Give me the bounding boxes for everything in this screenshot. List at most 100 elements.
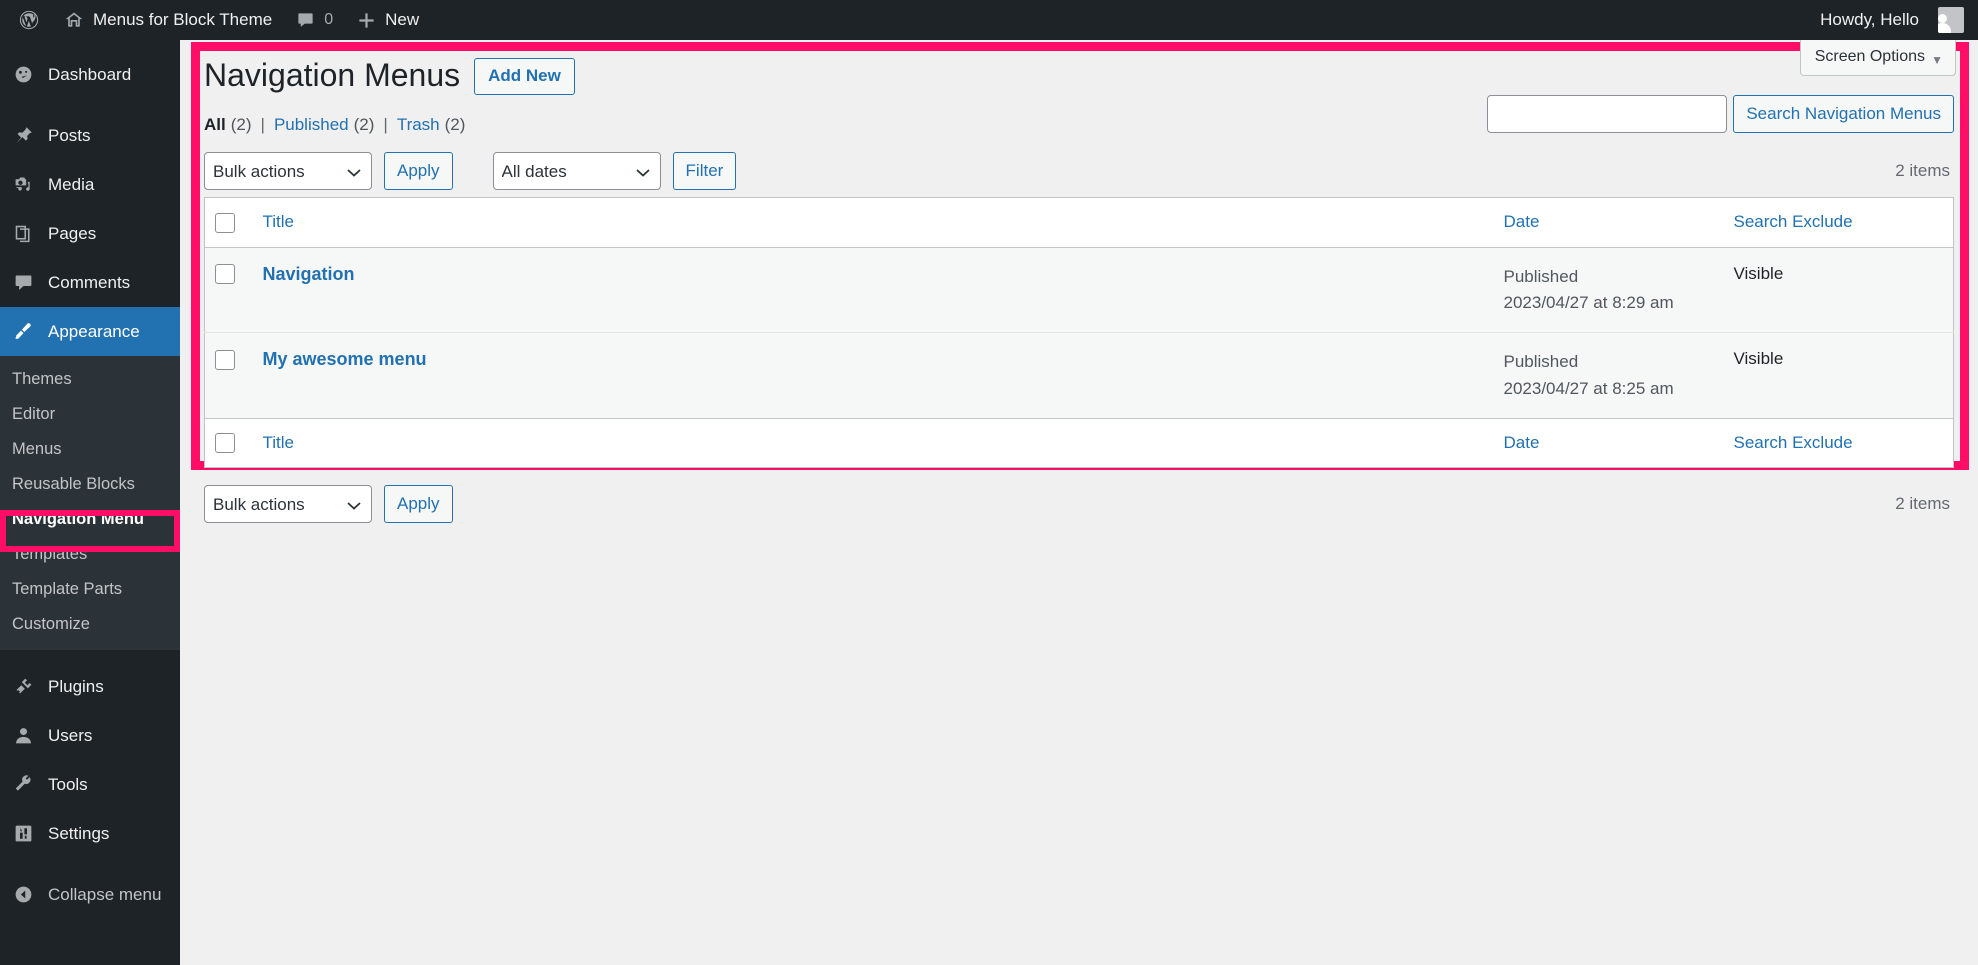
dates-filter-select[interactable]: All dates: [492, 152, 661, 190]
column-header-search-exclude-label: Search Exclude: [1733, 212, 1853, 232]
row-checkbox[interactable]: [215, 264, 235, 285]
row-date-cell: Published 2023/04/27 at 8:25 am: [1493, 332, 1724, 419]
comment-bubble-icon: [296, 11, 315, 30]
view-link-all-wrap: All (2): [204, 115, 252, 135]
sidebar-item-plugins[interactable]: Plugins: [0, 662, 180, 711]
sidebar-subitem-menus[interactable]: Menus: [0, 432, 180, 467]
my-account-button[interactable]: Howdy, Hello: [1808, 0, 1964, 40]
bulk-actions-select-bottom[interactable]: Bulk actions: [204, 485, 372, 524]
sidebar-item-label: Comments: [48, 272, 131, 292]
screen-options-label: Screen Options: [1814, 48, 1925, 65]
select-all-checkbox[interactable]: [215, 212, 235, 233]
screen-options-button[interactable]: Screen Options ▼: [1799, 40, 1956, 76]
sidebar-item-label: Users: [48, 725, 93, 745]
column-header-search-exclude: Search Exclude: [1723, 197, 1954, 248]
wordpress-logo-icon: [18, 9, 40, 31]
search-submit-button[interactable]: Search Navigation Menus: [1733, 95, 1954, 133]
sidebar-item-settings[interactable]: Settings: [0, 809, 180, 858]
new-content-button[interactable]: New: [345, 0, 431, 40]
page-body: Screen Options ▼ Navigation Menus Add Ne…: [180, 40, 1978, 965]
view-count-all: (2): [230, 115, 252, 134]
view-link-trash[interactable]: Trash: [397, 115, 440, 135]
sidebar-item-label: Pages: [48, 223, 97, 243]
column-footer-search-exclude-label: Search Exclude: [1733, 433, 1853, 453]
wrench-icon: [12, 774, 34, 795]
apply-button-bottom[interactable]: Apply: [384, 485, 453, 524]
sidebar-subitem-editor[interactable]: Editor: [0, 397, 180, 432]
collapse-menu-button[interactable]: Collapse menu: [0, 870, 180, 919]
displaying-num-top: 2 items: [1895, 161, 1950, 180]
sidebar-subitem-themes[interactable]: Themes: [0, 362, 180, 397]
row-date-status: Published: [1503, 352, 1579, 372]
collapse-menu-label: Collapse menu: [48, 884, 162, 904]
comment-bubble-icon: [12, 272, 34, 293]
admin-bar: Menus for Block Theme 0 New Howdy, Hello: [0, 0, 1978, 40]
screen-meta-links: Screen Options ▼: [1799, 40, 1956, 76]
column-footer-date[interactable]: Date: [1493, 417, 1724, 468]
tablenav-bottom: Bulk actions Apply 2 items: [204, 478, 1954, 530]
row-date-cell: Published 2023/04/27 at 8:29 am: [1493, 247, 1724, 334]
plug-icon: [12, 676, 34, 697]
sidebar-item-label: Media: [48, 174, 95, 194]
row-title-cell: My awesome menu: [252, 332, 1494, 419]
tablenav-top: Bulk actions Apply All dates Filter 2 it…: [204, 145, 1954, 197]
row-checkbox-cell: [204, 247, 253, 334]
sidebar-item-pages[interactable]: Pages: [0, 209, 180, 258]
view-separator: |: [260, 115, 265, 134]
comments-count: 0: [324, 11, 334, 28]
column-footer-date-label: Date: [1503, 433, 1540, 453]
sidebar-subitem-templates[interactable]: Templates: [0, 537, 180, 572]
sidebar-subitem-reusable-blocks[interactable]: Reusable Blocks: [0, 467, 180, 502]
column-header-date[interactable]: Date: [1493, 197, 1724, 248]
sidebar-item-media[interactable]: Media: [0, 160, 180, 209]
table-foot: Title Date Search Exclude: [204, 417, 1954, 468]
media-camera-music-icon: [12, 174, 34, 195]
column-header-title[interactable]: Title: [252, 197, 1494, 248]
wordpress-logo-button[interactable]: [6, 0, 52, 40]
row-search-exclude-cell: Visible: [1723, 247, 1954, 334]
sidebar-item-appearance[interactable]: Appearance: [0, 307, 180, 356]
table-header-row: Title Date Search Exclude: [204, 197, 1954, 248]
site-name-button[interactable]: Menus for Block Theme: [52, 0, 284, 40]
sidebar-subitem-navigation-menu[interactable]: Navigation Menu: [0, 502, 180, 537]
view-link-trash-wrap: Trash (2): [397, 115, 466, 135]
select-all-footer: [204, 417, 253, 468]
row-checkbox[interactable]: [215, 349, 235, 370]
sidebar-item-comments[interactable]: Comments: [0, 258, 180, 307]
sidebar-item-label: Settings: [48, 823, 110, 843]
sidebar-item-label: Tools: [48, 774, 88, 794]
view-count-trash: (2): [444, 115, 466, 134]
bulk-actions-select-top[interactable]: Bulk actions: [204, 152, 372, 190]
sidebar-item-users[interactable]: Users: [0, 711, 180, 760]
column-header-title-label: Title: [262, 212, 295, 232]
table-row: My awesome menu Published 2023/04/27 at …: [204, 332, 1954, 419]
sidebar-item-label: Dashboard: [48, 64, 132, 84]
table-footer-row: Title Date Search Exclude: [204, 417, 1954, 468]
sidebar-item-dashboard[interactable]: Dashboard: [0, 50, 180, 99]
collapse-arrow-left-icon: [12, 884, 34, 905]
row-date-status: Published: [1503, 266, 1579, 286]
row-title-link[interactable]: My awesome menu: [263, 349, 427, 369]
plus-icon: [357, 11, 376, 30]
row-title-link[interactable]: Navigation: [263, 264, 355, 284]
apply-button-top[interactable]: Apply: [384, 152, 453, 190]
pin-icon: [12, 125, 34, 146]
user-avatar-icon: [1938, 7, 1964, 33]
filter-button[interactable]: Filter: [672, 152, 737, 190]
add-new-button[interactable]: Add New: [474, 57, 575, 95]
view-link-all[interactable]: All: [204, 115, 226, 135]
sidebar-item-tools[interactable]: Tools: [0, 760, 180, 809]
row-title-cell: Navigation: [252, 247, 1494, 334]
sidebar-subitem-template-parts[interactable]: Template Parts: [0, 572, 180, 607]
select-all-checkbox-footer[interactable]: [215, 433, 235, 454]
comments-bubble-button[interactable]: 0: [284, 0, 345, 40]
appearance-submenu: Themes Editor Menus Reusable Blocks Navi…: [0, 356, 180, 650]
search-input[interactable]: [1487, 95, 1728, 133]
sidebar-subitem-customize[interactable]: Customize: [0, 607, 180, 642]
chevron-down-icon: ▼: [1931, 53, 1943, 67]
admin-bar-left: Menus for Block Theme 0 New: [0, 0, 431, 40]
table-body: Navigation Published 2023/04/27 at 8:29 …: [204, 247, 1954, 419]
column-footer-title[interactable]: Title: [252, 417, 1494, 468]
sidebar-item-posts[interactable]: Posts: [0, 111, 180, 160]
view-link-published[interactable]: Published: [274, 115, 349, 135]
